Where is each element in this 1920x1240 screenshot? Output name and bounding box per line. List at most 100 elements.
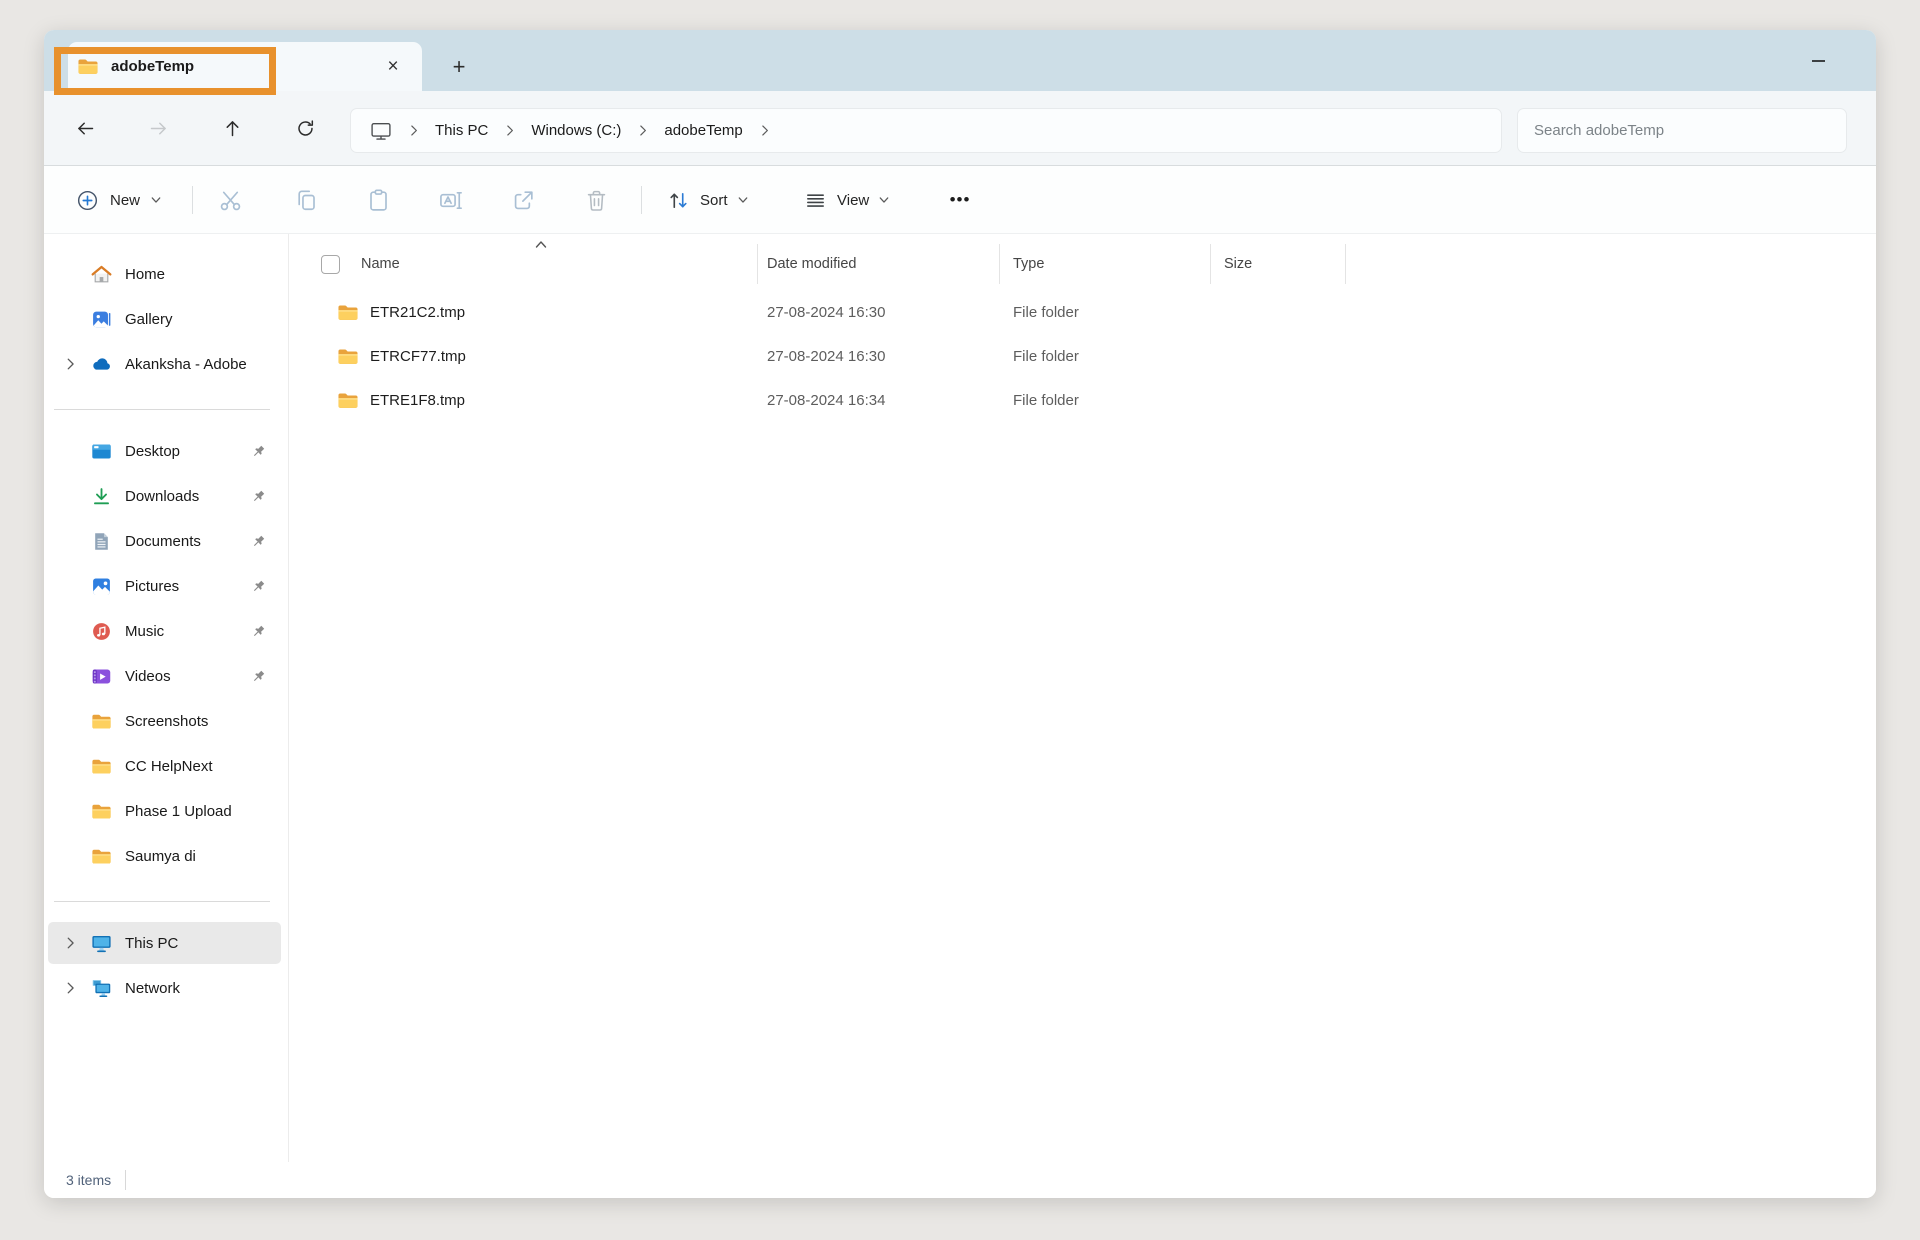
- sidebar-item-label: Akanksha - Adobe: [125, 356, 247, 373]
- back-button[interactable]: [68, 111, 102, 145]
- delete-button[interactable]: [574, 180, 618, 220]
- tab-adobetemp[interactable]: adobeTemp ×: [68, 42, 422, 91]
- sidebar-item-phase-1-upload[interactable]: Phase 1 Upload: [48, 790, 281, 832]
- folder-icon: [91, 756, 112, 777]
- paste-button[interactable]: [356, 180, 400, 220]
- up-button[interactable]: [215, 111, 249, 145]
- navigation-bar: This PC Windows (C:) adobeTemp: [44, 91, 1876, 166]
- column-header-type[interactable]: Type: [1000, 244, 1211, 284]
- gallery-icon: [91, 309, 112, 330]
- breadcrumb-chevron-icon[interactable]: [505, 124, 514, 137]
- file-row-etre1f8-tmp[interactable]: ETRE1F8.tmp27-08-2024 16:34File folder: [289, 378, 1876, 422]
- share-button[interactable]: [501, 180, 545, 220]
- refresh-button[interactable]: [288, 111, 322, 145]
- videos-icon: [91, 666, 112, 687]
- sidebar-item-label: Saumya di: [125, 848, 196, 865]
- folder-icon: [337, 347, 359, 366]
- file-row-etr21c2-tmp[interactable]: ETR21C2.tmp 27-08-2024 16:30File folder: [289, 290, 1876, 334]
- sidebar-item-akanksha-adobe[interactable]: Akanksha - Adobe: [48, 343, 281, 385]
- column-header-label: Name: [361, 256, 400, 272]
- sidebar-item-cc-helpnext[interactable]: CC HelpNext: [48, 745, 281, 787]
- chevron-right-icon: [62, 579, 78, 593]
- onedrive-icon: [91, 354, 112, 375]
- new-tab-button[interactable]: +: [442, 42, 476, 91]
- folder-icon: [337, 303, 359, 322]
- breadcrumb-item-adobetemp[interactable]: adobeTemp: [649, 116, 757, 145]
- cut-button[interactable]: [208, 180, 252, 220]
- content-area: Home Gallery Akanksha - Adobe Desktop Downlo…: [44, 234, 1876, 1162]
- tab-bar: adobeTemp × +: [44, 30, 1876, 91]
- chevron-right-icon[interactable]: [62, 936, 78, 950]
- chevron-right-icon: [62, 534, 78, 548]
- sort-button-label: Sort: [700, 192, 728, 209]
- sidebar-item-saumya-di[interactable]: Saumya di: [48, 835, 281, 877]
- command-toolbar: New Sort View •••: [44, 166, 1876, 234]
- file-type-cell: File folder: [1000, 348, 1211, 365]
- sidebar-item-pictures[interactable]: Pictures: [48, 565, 281, 607]
- chevron-right-icon: [62, 759, 78, 773]
- file-row-etrcf77-tmp[interactable]: ETRCF77.tmp27-08-2024 16:30File folder: [289, 334, 1876, 378]
- toolbar-divider: [192, 186, 193, 214]
- sidebar-item-desktop[interactable]: Desktop: [48, 430, 281, 472]
- view-button[interactable]: View: [796, 180, 897, 220]
- chevron-right-icon[interactable]: [62, 357, 78, 371]
- file-date-cell: 27-08-2024 16:30: [758, 304, 1000, 321]
- back-arrow-icon: [75, 118, 96, 139]
- tab-close-button[interactable]: ×: [380, 54, 406, 80]
- more-options-button[interactable]: •••: [938, 180, 982, 220]
- sidebar-item-home[interactable]: Home: [48, 253, 281, 295]
- sidebar-item-label: Desktop: [125, 443, 180, 460]
- column-header-label: Type: [1013, 256, 1044, 272]
- minimize-button[interactable]: [1794, 30, 1842, 91]
- new-button-label: New: [110, 192, 140, 209]
- column-header-size[interactable]: Size: [1211, 244, 1346, 284]
- folder-icon: [337, 391, 359, 410]
- sidebar-item-downloads[interactable]: Downloads: [48, 475, 281, 517]
- sidebar-item-label: Gallery: [125, 311, 173, 328]
- item-count: 3 items: [66, 1172, 111, 1188]
- sort-button[interactable]: Sort: [659, 180, 756, 220]
- file-name-cell: ETRCF77.tmp: [289, 347, 758, 366]
- folder-icon: [91, 711, 112, 732]
- copy-button[interactable]: [284, 180, 328, 220]
- sidebar-item-network[interactable]: Network: [48, 967, 281, 1009]
- file-type-cell: File folder: [1000, 392, 1211, 409]
- select-all-checkbox[interactable]: [321, 255, 340, 274]
- breadcrumb-item-this-pc[interactable]: This PC: [420, 116, 503, 145]
- chevron-down-icon: [738, 195, 748, 205]
- chevron-right-icon: [62, 849, 78, 863]
- chevron-right-icon: [62, 267, 78, 281]
- sidebar-item-gallery[interactable]: Gallery: [48, 298, 281, 340]
- file-date-cell: 27-08-2024 16:30: [758, 348, 1000, 365]
- sidebar-item-this-pc[interactable]: This PC: [48, 922, 281, 964]
- file-rows: ETR21C2.tmp27-08-2024 16:30File folderET…: [289, 290, 1876, 422]
- column-header-date-modified[interactable]: Date modified: [758, 244, 1000, 284]
- rename-button[interactable]: [428, 180, 472, 220]
- file-pane: Name Date modified Type Size ETR21C2.tmp…: [289, 234, 1876, 1162]
- chevron-right-icon[interactable]: [62, 981, 78, 995]
- breadcrumb-chevron-icon[interactable]: [638, 124, 647, 137]
- file-name-label: ETR21C2.tmp: [370, 304, 465, 321]
- clipboard-icon: [366, 188, 391, 213]
- address-bar[interactable]: This PC Windows (C:) adobeTemp: [350, 108, 1502, 153]
- search-input[interactable]: [1518, 109, 1846, 152]
- sort-ascending-caret-icon[interactable]: [535, 240, 547, 249]
- status-divider: [125, 1170, 126, 1190]
- new-button[interactable]: New: [66, 180, 171, 220]
- breadcrumb-item-windows-c[interactable]: Windows (C:): [516, 116, 636, 145]
- file-date-cell: 27-08-2024 16:34: [758, 392, 1000, 409]
- sidebar-item-documents[interactable]: Documents: [48, 520, 281, 562]
- file-name-cell: ETRE1F8.tmp: [289, 391, 758, 410]
- sidebar-item-screenshots[interactable]: Screenshots: [48, 700, 281, 742]
- breadcrumb-chevron-icon[interactable]: [409, 124, 418, 137]
- breadcrumb-chevron-icon[interactable]: [760, 124, 769, 137]
- minimize-icon: [1812, 60, 1825, 62]
- column-header-name[interactable]: Name: [289, 244, 758, 284]
- sidebar-item-videos[interactable]: Videos: [48, 655, 281, 697]
- file-type-cell: File folder: [1000, 304, 1211, 321]
- chevron-right-icon: [62, 489, 78, 503]
- forward-button[interactable]: [141, 111, 175, 145]
- sort-arrows-icon: [667, 189, 690, 212]
- sidebar-item-music[interactable]: Music: [48, 610, 281, 652]
- network-icon: [91, 978, 112, 999]
